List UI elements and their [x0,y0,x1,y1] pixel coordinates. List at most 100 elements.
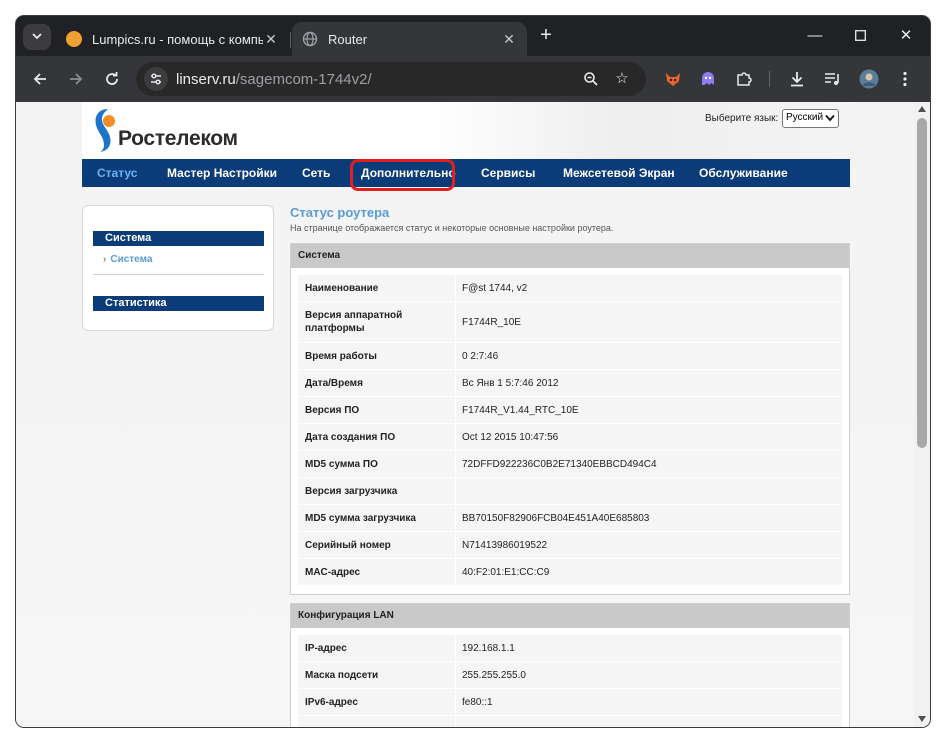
tune-icon[interactable] [144,67,168,91]
download-icon[interactable] [785,67,809,91]
row-key: Версия аппаратной платформы [298,302,456,342]
row-key: Наименование [298,275,456,301]
table-row: Дата/Время Вс Янв 1 5:7:46 2012 [298,370,842,397]
row-key: Версия загрузчика [298,478,456,504]
nav-maintenance[interactable]: Обслуживание [699,159,788,187]
row-key: Дата создания ПО [298,424,456,450]
plus-icon[interactable]: + [534,24,558,48]
row-key: Серийный номер [298,532,456,558]
row-key: Маска подсети [298,662,456,688]
sidebar-group-statistics[interactable]: Статистика [93,296,264,311]
row-key: Дата/Время [298,370,456,396]
nav-setup-wizard[interactable]: Мастер Настройки [167,159,277,187]
sidebar-divider [93,274,264,275]
row-value: 255.255.255.0 [462,669,526,681]
row-value: fe80::1 [462,696,493,708]
tab-router[interactable]: Router ✕ [292,22,527,56]
close-icon[interactable]: ✕ [263,31,279,48]
row-key: IP-адрес [298,635,456,661]
table-row: IPv6-адрес fe80::1 [298,689,842,716]
row-value [456,478,842,504]
nav-network[interactable]: Сеть [302,159,330,187]
system-section: Система Наименование F@st 1744, v2 Версия… [290,243,850,595]
close-icon[interactable]: ✕ [501,31,517,48]
page-title: Статус роутера [290,205,390,220]
row-value: F@st 1744, v2 [462,282,528,294]
fox-extension-icon[interactable] [661,67,685,91]
system-table: Наименование F@st 1744, v2 Версия аппарат… [291,268,849,593]
zoom-icon[interactable] [579,67,603,91]
ghost-extension-icon[interactable] [696,67,720,91]
row-key: MD5 сумма ПО [298,451,456,477]
arrow-left-icon[interactable] [28,67,52,91]
window-close-icon[interactable]: ✕ [886,24,926,48]
scroll-up-icon[interactable] [918,106,926,112]
table-row: Версия загрузчика [298,478,842,505]
orange-favicon-icon [66,31,82,47]
table-row: IP-адрес 192.168.1.1 [298,635,842,662]
arrow-right-icon[interactable] [64,67,88,91]
row-value: Oct 12 2015 10:47:56 [462,431,559,443]
minimize-icon[interactable]: — [795,24,835,48]
brand-name: Ростелеком [118,127,238,150]
toolbar-separator [769,71,770,87]
language-select[interactable]: Русский [782,109,839,128]
globe-icon [302,31,318,47]
table-row [298,716,842,727]
avatar[interactable] [857,67,881,91]
sidebar-item-system[interactable]: › Система [103,254,152,265]
maximize-icon[interactable] [840,24,880,48]
url-host: linserv.ru [176,71,236,88]
row-value: 40:F2:01:E1:CC:C9 [462,566,550,578]
table-row: MD5 сумма ПО 72DFFD922236C0B2E71340EBBCD4… [298,451,842,478]
tab-strip: Lumpics.ru - помощь с компь ✕ Router ✕ +… [16,16,930,56]
nav-status[interactable]: Статус [97,159,137,187]
tab-lumpics[interactable]: Lumpics.ru - помощь с компь ✕ [56,22,289,56]
kebab-menu-icon[interactable] [893,67,917,91]
table-row: MD5 сумма загрузчика BB70150F82906FCB04E4… [298,505,842,532]
table-row: Версия ПО F1744R_V1.44_RTC_10E [298,397,842,424]
table-row: Серийный номер N71413986019522 [298,532,842,559]
table-row: Время работы 0 2:7:46 [298,343,842,370]
chevron-right-icon: › [103,254,107,265]
star-icon[interactable]: ☆ [610,67,634,91]
section-title: Система [291,244,849,268]
row-value: Вс Янв 1 5:7:46 2012 [462,377,559,389]
lan-table: IP-адрес 192.168.1.1 Маска подсети 255.255… [291,628,849,727]
chevron-down-icon [31,30,43,45]
chevron-down-icon [825,114,835,125]
row-key: MD5 сумма загрузчика [298,505,456,531]
scrollbar-thumb[interactable] [917,118,927,448]
puzzle-extensions-icon[interactable] [732,67,756,91]
tab-search-button[interactable] [23,24,51,50]
sidebar: Система › Система Статистика [82,205,274,331]
url-path: /sagemcom-1744v2/ [235,71,372,88]
lan-section: Конфигурация LAN IP-адрес 192.168.1.1 Мас… [290,603,850,727]
row-value: F1744R_V1.44_RTC_10E [462,404,579,416]
table-row: Версия аппаратной платформы F1744R_10E [298,302,842,343]
browser-toolbar: linserv.ru/sagemcom-1744v2/ ☆ [16,56,930,102]
nav-services[interactable]: Сервисы [481,159,535,187]
row-value: 0 2:7:46 [462,350,499,362]
scroll-down-icon[interactable] [918,716,926,722]
row-key: MAC-адрес [298,559,456,585]
address-bar[interactable]: linserv.ru/sagemcom-1744v2/ ☆ [136,62,646,96]
main-navigation: Статус Мастер Настройки Сеть Дополнитель… [82,159,850,191]
highlight-frame [350,159,455,191]
page-viewport: Ростелеком Выберите язык: Русский Статус… [16,102,930,727]
sidebar-group-system[interactable]: Система [93,231,264,246]
page-description: На странице отображается статус и некото… [290,223,614,233]
row-value: F1744R_10E [462,316,521,328]
language-label: Выберите язык: [705,113,779,124]
tab-separator [290,32,291,48]
header-banner: Ростелеком Выберите язык: Русский [82,102,850,159]
browser-window: Lumpics.ru - помощь с компь ✕ Router ✕ +… [16,16,930,727]
reload-icon[interactable] [100,67,124,91]
nav-firewall[interactable]: Межсетевой Экран [563,159,675,187]
table-row: Наименование F@st 1744, v2 [298,275,842,302]
row-value: BB70150F82906FCB04E451A40E685803 [462,512,650,524]
row-value: 192.168.1.1 [462,642,515,654]
vertical-scrollbar[interactable] [914,102,930,727]
media-queue-icon[interactable] [821,67,845,91]
tab-title: Lumpics.ru - помощь с компь [92,31,263,47]
